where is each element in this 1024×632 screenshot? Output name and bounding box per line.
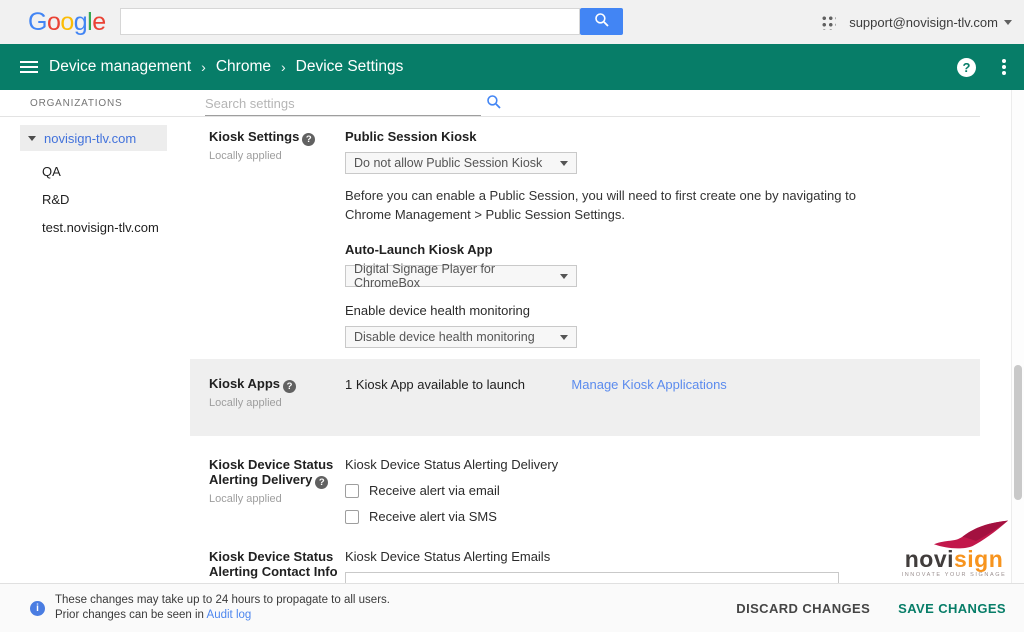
section-title: Kiosk Apps — [209, 376, 345, 393]
device-health-monitoring-select[interactable]: Disable device health monitoring — [345, 326, 577, 348]
kiosk-settings-section: Kiosk Settings Locally applied Public Se… — [209, 129, 980, 348]
help-icon[interactable] — [283, 380, 296, 393]
breadcrumb-chrome[interactable]: Chrome — [216, 58, 271, 76]
content-shell: ORGANIZATIONS novisign-tlv.com QA R&D te… — [0, 90, 1024, 583]
selected-org-label: novisign-tlv.com — [44, 131, 136, 146]
alerting-delivery-field-label: Kiosk Device Status Alerting Delivery — [345, 457, 980, 472]
checkbox-label: Receive alert via SMS — [369, 509, 497, 524]
receive-alert-email-checkbox-row[interactable]: Receive alert via email — [345, 483, 980, 498]
locally-applied-label: Locally applied — [209, 493, 345, 505]
dropdown-caret-icon — [560, 161, 568, 166]
public-session-kiosk-label: Public Session Kiosk — [345, 129, 980, 144]
manage-kiosk-applications-link[interactable]: Manage Kiosk Applications — [571, 377, 726, 392]
section-title: Kiosk Settings — [209, 129, 345, 146]
alerting-delivery-controls: Kiosk Device Status Alerting Delivery Re… — [345, 457, 980, 524]
sidebar-item-rd[interactable]: R&D — [0, 192, 190, 207]
checkbox-label: Receive alert via email — [369, 483, 500, 498]
checkbox-icon[interactable] — [345, 484, 359, 498]
public-session-kiosk-select[interactable]: Do not allow Public Session Kiosk — [345, 152, 577, 174]
novisign-wordmark: novisign — [900, 547, 1008, 571]
breadcrumb-device-settings: Device Settings — [296, 58, 404, 76]
chevron-down-icon — [1004, 20, 1012, 25]
settings-main: Kiosk Settings Locally applied Public Se… — [190, 90, 1024, 583]
section-title: Kiosk Device Status Alerting Contact Inf… — [209, 549, 345, 583]
auto-launch-kiosk-app-select[interactable]: Digital Signage Player for ChromeBox — [345, 265, 577, 287]
footer-message: These changes may take up to 24 hours to… — [55, 593, 390, 623]
info-icon — [30, 601, 45, 616]
alerting-delivery-section: Kiosk Device Status Alerting Delivery Lo… — [209, 457, 980, 524]
breadcrumb: Device management › Chrome › Device Sett… — [49, 58, 403, 76]
organizations-header: ORGANIZATIONS — [0, 90, 190, 117]
discard-changes-button[interactable]: DISCARD CHANGES — [736, 601, 870, 616]
alerting-delivery-label-col: Kiosk Device Status Alerting Delivery Lo… — [209, 457, 345, 524]
locally-applied-label: Locally applied — [209, 150, 345, 162]
sidebar-item-qa[interactable]: QA — [0, 164, 190, 179]
kiosk-settings-label-col: Kiosk Settings Locally applied — [209, 129, 345, 348]
novisign-logo: novisign INNOVATE YOUR SIGNAGE — [900, 519, 1008, 578]
search-icon[interactable] — [486, 94, 502, 115]
save-changes-button[interactable]: SAVE CHANGES — [898, 601, 1006, 616]
locally-applied-label: Locally applied — [209, 397, 345, 409]
kiosk-apps-label-col: Kiosk Apps Locally applied — [209, 376, 345, 409]
help-icon[interactable] — [315, 476, 328, 489]
vertical-scrollbar-track[interactable] — [1011, 90, 1024, 583]
contact-info-label-col: Kiosk Device Status Alerting Contact Inf… — [209, 549, 345, 583]
kiosk-apps-row: Kiosk Apps Locally applied 1 Kiosk App a… — [209, 376, 980, 409]
auto-launch-kiosk-app-label: Auto-Launch Kiosk App — [345, 242, 980, 257]
sidebar-item-novisign-tlv[interactable]: novisign-tlv.com — [20, 125, 167, 151]
google-logo: Google — [28, 8, 106, 37]
alerting-emails-label: Kiosk Device Status Alerting Emails — [345, 549, 980, 564]
more-options-icon[interactable] — [1002, 65, 1006, 69]
contact-info-controls: Kiosk Device Status Alerting Emails — [345, 549, 980, 583]
appbar-right-cluster — [957, 58, 1006, 77]
contact-info-section: Kiosk Device Status Alerting Contact Inf… — [209, 549, 980, 583]
breadcrumb-device-management[interactable]: Device management — [49, 58, 191, 76]
audit-log-link[interactable]: Audit log — [207, 609, 252, 621]
org-expand-icon[interactable] — [28, 136, 36, 141]
dropdown-caret-icon — [560, 335, 568, 340]
settings-search-row — [190, 90, 980, 117]
vertical-scrollbar-thumb[interactable] — [1014, 365, 1022, 500]
settings-search-input[interactable] — [205, 92, 481, 116]
organizations-sidebar: ORGANIZATIONS novisign-tlv.com QA R&D te… — [0, 90, 190, 583]
top-bar: Google support@novisign-tlv.com — [0, 0, 1024, 44]
kiosk-apps-section: Kiosk Apps Locally applied 1 Kiosk App a… — [190, 359, 980, 436]
global-search-input[interactable] — [120, 8, 580, 35]
help-icon[interactable] — [302, 133, 315, 146]
kiosk-apps-status: 1 Kiosk App available to launch — [345, 377, 525, 392]
global-search-button[interactable] — [580, 8, 623, 35]
help-icon[interactable] — [957, 58, 976, 77]
footer-actions: DISCARD CHANGES SAVE CHANGES — [736, 584, 1006, 632]
breadcrumb-separator: › — [201, 59, 206, 75]
account-email: support@novisign-tlv.com — [849, 15, 998, 30]
device-health-monitoring-label: Enable device health monitoring — [345, 303, 980, 318]
menu-icon[interactable] — [20, 58, 38, 76]
kiosk-apps-controls: 1 Kiosk App available to launch Manage K… — [345, 376, 980, 409]
section-title: Kiosk Device Status Alerting Delivery — [209, 457, 345, 489]
kiosk-settings-controls: Public Session Kiosk Do not allow Public… — [345, 129, 980, 348]
checkbox-icon[interactable] — [345, 510, 359, 524]
footer-bar: These changes may take up to 24 hours to… — [0, 583, 1024, 632]
search-icon — [594, 12, 610, 31]
apps-grid-icon[interactable] — [820, 14, 836, 30]
public-session-note: Before you can enable a Public Session, … — [345, 186, 861, 224]
alerting-emails-textarea[interactable] — [345, 572, 839, 583]
dropdown-caret-icon — [560, 274, 568, 279]
app-bar: Device management › Chrome › Device Sett… — [0, 44, 1024, 90]
sidebar-item-test-novisign[interactable]: test.novisign-tlv.com — [0, 220, 190, 235]
topbar-right-cluster: support@novisign-tlv.com — [820, 0, 1012, 44]
receive-alert-sms-checkbox-row[interactable]: Receive alert via SMS — [345, 509, 980, 524]
breadcrumb-separator: › — [281, 59, 286, 75]
novisign-tagline: INNOVATE YOUR SIGNAGE — [900, 572, 1008, 578]
account-menu[interactable]: support@novisign-tlv.com — [849, 15, 1012, 30]
